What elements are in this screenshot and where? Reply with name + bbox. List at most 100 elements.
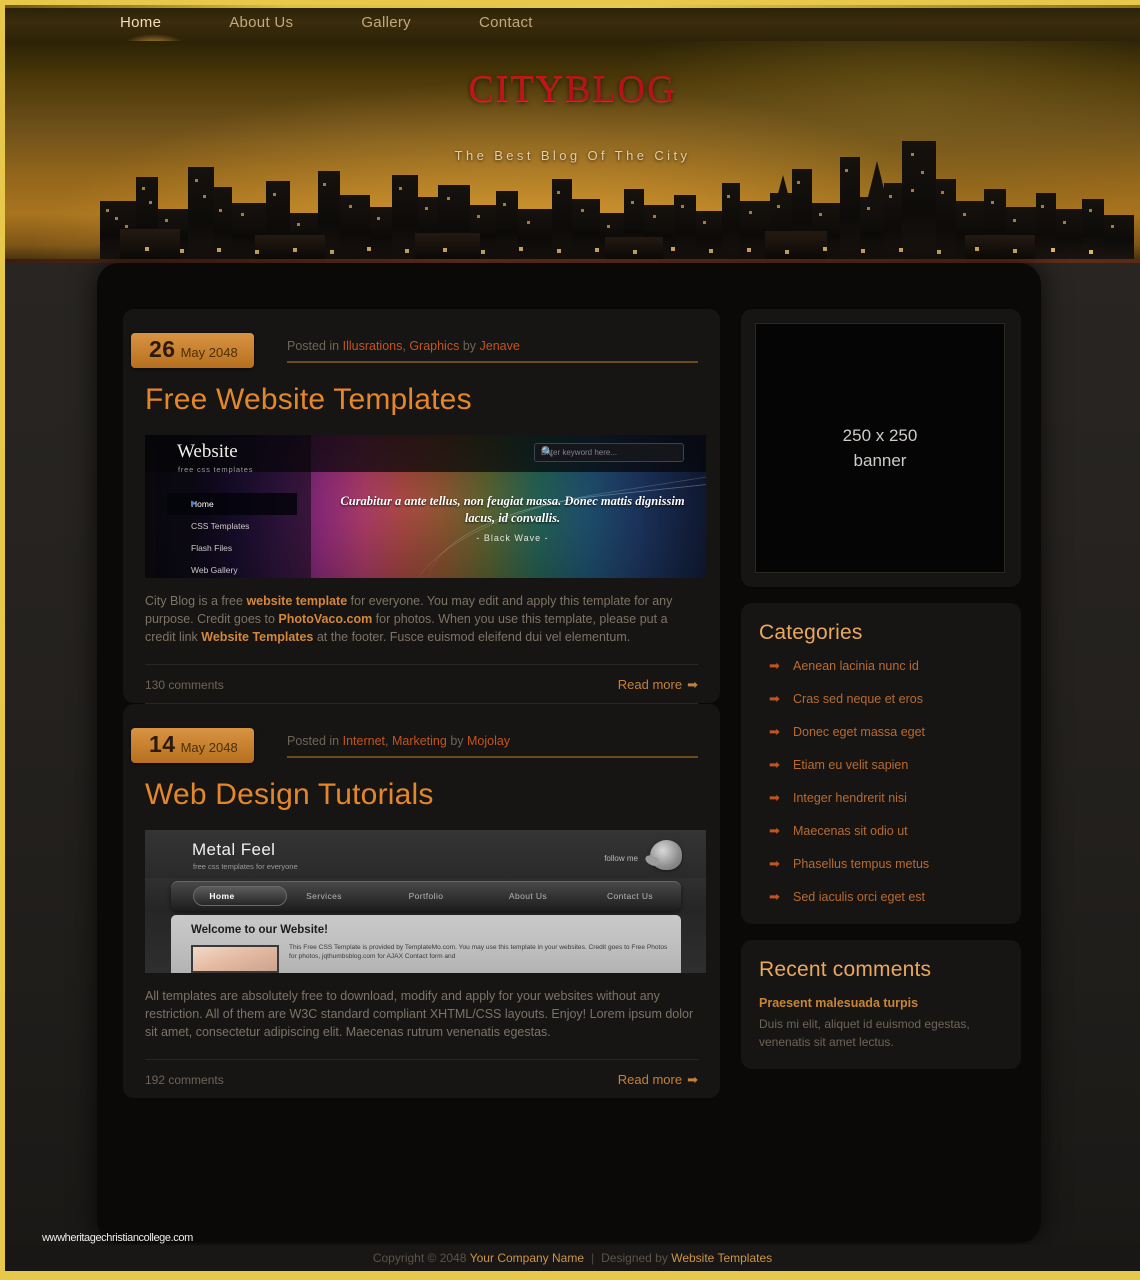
category-link[interactable]: Cras sed neque et eros bbox=[793, 692, 923, 706]
category-list-item[interactable]: ➡ Phasellus tempus metus bbox=[759, 856, 1003, 890]
category-list-item[interactable]: ➡ Sed iaculis orci eget est bbox=[759, 889, 1003, 906]
post-1-inline-link-2[interactable]: PhotoVaco.com bbox=[278, 612, 372, 626]
arrow-right-icon: ➡ bbox=[769, 823, 780, 838]
main-content-container: 26 May 2048 Posted in Illusrations, Graph… bbox=[97, 263, 1041, 1243]
thumb2-nav-bar: Home Services Portfolio About Us Contact… bbox=[171, 881, 681, 911]
nav-item-contact[interactable]: Contact bbox=[479, 5, 567, 42]
arrow-right-icon: ➡ bbox=[769, 790, 780, 805]
category-link[interactable]: Aenean lacinia nunc id bbox=[793, 659, 919, 673]
category-link[interactable]: Integer hendrerit nisi bbox=[793, 791, 907, 805]
thumb2-nav-item-home: Home bbox=[209, 891, 235, 901]
thumb1-menu: Home CSS Templates Flash Files Web Galle… bbox=[167, 493, 297, 578]
category-list-item[interactable]: ➡ Integer hendrerit nisi bbox=[759, 790, 1003, 824]
categories-widget-title: Categories bbox=[759, 621, 863, 644]
post-2-meta-divider bbox=[287, 756, 698, 758]
nav-item-about-us[interactable]: About Us bbox=[229, 5, 327, 42]
recent-comment-title[interactable]: Praesent malesuada turpis bbox=[759, 996, 1003, 1010]
recent-comments-widget: Recent comments Praesent malesuada turpi… bbox=[741, 940, 1021, 1069]
post-2-category-link-1[interactable]: Internet bbox=[343, 734, 385, 748]
thumb1-logo: Website bbox=[177, 441, 238, 462]
arrow-right-icon: ➡ bbox=[687, 1072, 698, 1087]
site-header-banner: CITYBLOG The Best Blog Of The City bbox=[5, 41, 1140, 263]
nav-list: Home About Us Gallery Contact bbox=[120, 5, 601, 43]
blog-posts-column: 26 May 2048 Posted in Illusrations, Graph… bbox=[123, 309, 720, 1098]
category-link[interactable]: Sed iaculis orci eget est bbox=[793, 890, 925, 904]
post-1-author-link[interactable]: Jenave bbox=[480, 339, 520, 353]
thumb1-menu-item-web-gallery: Web Gallery bbox=[191, 565, 238, 575]
post-1-read-more-label: Read more bbox=[617, 677, 683, 692]
category-list-item[interactable]: ➡ Donec eget massa eget bbox=[759, 724, 1003, 758]
post-1-date-day: 26 bbox=[149, 336, 176, 362]
post-2-date-day: 14 bbox=[149, 731, 176, 757]
category-list-item[interactable]: ➡ Etiam eu velit sapien bbox=[759, 757, 1003, 791]
post-1-inline-link-1[interactable]: website template bbox=[246, 594, 347, 608]
arrow-right-icon: ➡ bbox=[769, 691, 780, 706]
category-link[interactable]: Phasellus tempus metus bbox=[793, 857, 929, 871]
post-1-title[interactable]: Free Website Templates bbox=[145, 383, 698, 417]
category-list-item[interactable]: ➡ Cras sed neque et eros bbox=[759, 691, 1003, 725]
post-1-date-badge: 26 May 2048 bbox=[131, 333, 254, 368]
arrow-right-icon: ➡ bbox=[769, 757, 780, 772]
post-2-thumbnail-image[interactable]: Metal Feel free css templates for everyo… bbox=[145, 830, 706, 973]
arrow-right-icon: ➡ bbox=[769, 856, 780, 871]
site-logo-part2: BLOG bbox=[565, 68, 677, 110]
site-logo-part1: CITY bbox=[468, 68, 566, 110]
footer-designer-link[interactable]: Website Templates bbox=[671, 1251, 772, 1265]
recent-comments-widget-title: Recent comments bbox=[759, 958, 932, 981]
thumb2-nav-item-about-us: About Us bbox=[508, 891, 548, 901]
post-1-meta: 26 May 2048 Posted in Illusrations, Graph… bbox=[131, 333, 698, 369]
post-1-thumbnail-image[interactable]: Website free css templates Enter keyword… bbox=[145, 435, 706, 578]
post-1-meta-text: Posted in Illusrations, Graphics by Jena… bbox=[287, 339, 520, 353]
thumb2-subtitle: free css templates for everyone bbox=[193, 862, 298, 871]
blog-post-1: 26 May 2048 Posted in Illusrations, Graph… bbox=[123, 309, 720, 703]
nav-item-home[interactable]: Home bbox=[120, 5, 195, 43]
footer-separator: | bbox=[591, 1251, 595, 1265]
post-1-inline-link-3[interactable]: Website Templates bbox=[201, 630, 313, 644]
category-link[interactable]: Etiam eu velit sapien bbox=[793, 758, 908, 772]
post-1-category-link-1[interactable]: Illusrations bbox=[343, 339, 403, 353]
post-1-read-more-link[interactable]: Read more ➡ bbox=[618, 677, 698, 693]
thumb2-nav-item-portfolio: Portfolio bbox=[408, 891, 444, 901]
post-2-title[interactable]: Web Design Tutorials bbox=[145, 778, 698, 812]
post-1-meta-divider bbox=[287, 361, 698, 363]
post-2-body: All templates are absolutely free to dow… bbox=[145, 989, 694, 1039]
post-1-body-part4: at the footer. Fusce euismod eleifend du… bbox=[313, 630, 631, 644]
post-2-read-more-link[interactable]: Read more ➡ bbox=[618, 1072, 698, 1088]
categories-list: ➡ Aenean lacinia nunc id ➡ Cras sed neque … bbox=[759, 658, 1003, 906]
footer-company-link[interactable]: Your Company Name bbox=[470, 1251, 584, 1265]
post-2-meta: 14 May 2048 Posted in Internet, Marketing… bbox=[131, 728, 698, 764]
page-root: Home About Us Gallery Contact CITYBLOG T… bbox=[0, 0, 1140, 1280]
thumb2-nav-items: Home Services Portfolio About Us Contact… bbox=[171, 881, 681, 911]
recent-comment-body: Duis mi elit, aliquet id euismod egestas… bbox=[759, 1017, 970, 1049]
site-logo[interactable]: CITYBLOG bbox=[5, 67, 1140, 111]
post-1-date-month: May 2048 bbox=[180, 345, 238, 360]
arrow-right-icon: ➡ bbox=[769, 724, 780, 739]
post-1-comment-count[interactable]: 130 comments bbox=[145, 678, 224, 692]
city-skyline-illustration bbox=[5, 109, 1140, 259]
post-1-body-part1: City Blog is a free bbox=[145, 594, 247, 608]
top-navigation-bar: Home About Us Gallery Contact bbox=[5, 5, 1140, 43]
category-link[interactable]: Donec eget massa eget bbox=[793, 725, 925, 739]
site-footer: Copyright © 2048 Your Company Name | Desig… bbox=[5, 1245, 1140, 1275]
category-list-item[interactable]: ➡ Aenean lacinia nunc id bbox=[759, 658, 1003, 692]
arrow-right-icon: ➡ bbox=[687, 677, 698, 692]
thumb2-heading: Welcome to our Website! bbox=[191, 924, 328, 936]
post-2-category-link-2[interactable]: Marketing bbox=[392, 734, 447, 748]
post-2-comment-count[interactable]: 192 comments bbox=[145, 1073, 224, 1087]
post-1-by-label: by bbox=[462, 339, 477, 353]
thumb2-follow-label: follow me bbox=[604, 854, 638, 863]
thumb1-menu-item-flash-files: Flash Files bbox=[191, 543, 233, 553]
category-list-item[interactable]: ➡ Maecenas sit odio ut bbox=[759, 823, 1003, 857]
bird-icon bbox=[650, 840, 682, 870]
banner-widget: 250 x 250 banner bbox=[741, 309, 1021, 587]
nav-item-gallery[interactable]: Gallery bbox=[361, 5, 445, 42]
post-1-category-link-2[interactable]: Graphics bbox=[409, 339, 459, 353]
post-2-posted-in-label: Posted in bbox=[287, 734, 340, 748]
category-link[interactable]: Maecenas sit odio ut bbox=[793, 824, 908, 838]
post-2-author-link[interactable]: Mojolay bbox=[467, 734, 510, 748]
thumb1-menu-item-css-templates: CSS Templates bbox=[191, 521, 250, 531]
blog-post-2: 14 May 2048 Posted in Internet, Marketing… bbox=[123, 704, 720, 1098]
banner-type-label: banner bbox=[853, 451, 907, 470]
banner-placeholder[interactable]: 250 x 250 banner bbox=[755, 323, 1005, 573]
arrow-right-icon: ➡ bbox=[769, 658, 780, 673]
